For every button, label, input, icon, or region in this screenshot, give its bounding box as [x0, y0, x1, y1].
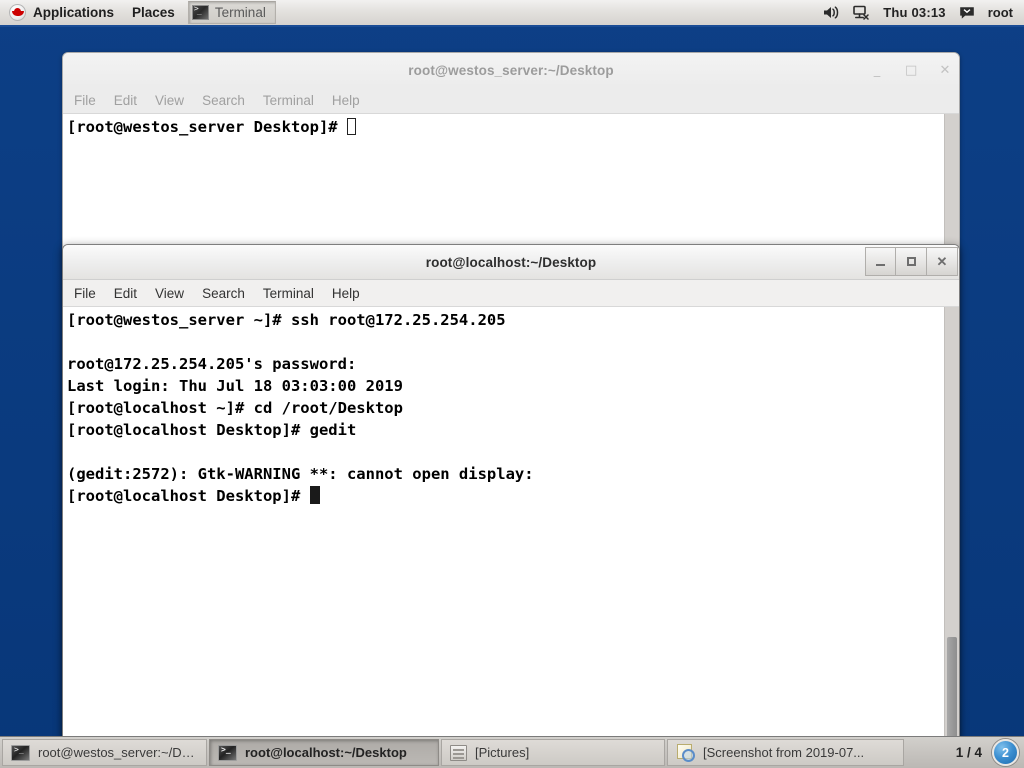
- places-menu[interactable]: Places: [123, 0, 184, 25]
- menu-help[interactable]: Help: [332, 93, 360, 108]
- scrollbar-thumb[interactable]: [947, 637, 957, 739]
- applications-menu-label: Applications: [33, 5, 115, 20]
- terminal-line: [root@westos_server ~]# ssh root@172.25.…: [67, 311, 506, 329]
- window-title: root@westos_server:~/Desktop: [408, 62, 614, 78]
- minimize-button[interactable]: _: [871, 63, 883, 78]
- close-button[interactable]: ✕: [927, 246, 958, 276]
- workspace-switcher[interactable]: 1 / 4: [948, 745, 990, 760]
- menu-terminal[interactable]: Terminal: [263, 286, 314, 301]
- menubar-active-window: File Edit View Search Terminal Help: [63, 280, 959, 306]
- taskbar-item-label: [Pictures]: [475, 745, 530, 760]
- terminal-line: [root@localhost Desktop]# gedit: [67, 421, 357, 439]
- menu-view[interactable]: View: [155, 286, 184, 301]
- menu-help[interactable]: Help: [332, 286, 360, 301]
- taskbar-item-pictures[interactable]: [Pictures]: [441, 739, 665, 766]
- terminal-cursor: [309, 486, 320, 504]
- terminal-scrollbar-active[interactable]: [944, 307, 959, 741]
- taskbar-item-label: root@westos_server:~/Des...: [38, 745, 198, 760]
- redhat-logo-icon: [9, 4, 26, 21]
- menu-view[interactable]: View: [155, 93, 184, 108]
- menu-file[interactable]: File: [74, 286, 96, 301]
- taskbar-item-westos-server[interactable]: root@westos_server:~/Des...: [2, 739, 207, 766]
- maximize-icon: [906, 256, 916, 266]
- taskbar-item-localhost[interactable]: root@localhost:~/Desktop: [209, 739, 439, 766]
- desktop-screen: Applications Places Terminal: [0, 0, 1024, 768]
- notification-badge[interactable]: 2: [992, 739, 1019, 766]
- folder-icon: [450, 744, 467, 761]
- close-icon: ✕: [936, 253, 948, 269]
- maximize-button[interactable]: [896, 246, 927, 276]
- messages-icon[interactable]: [959, 6, 975, 20]
- menu-terminal[interactable]: Terminal: [263, 93, 314, 108]
- volume-icon[interactable]: [823, 5, 840, 20]
- taskbar-item-screenshot[interactable]: [Screenshot from 2019-07...: [667, 739, 904, 766]
- menu-edit[interactable]: Edit: [114, 286, 137, 301]
- terminal-line: [root@localhost ~]# cd /root/Desktop: [67, 399, 403, 417]
- terminal-cursor: [346, 118, 356, 135]
- panel-status-area: Thu 03:13 root: [823, 5, 1024, 20]
- terminal-line: (gedit:2572): Gtk-WARNING **: cannot ope…: [67, 465, 534, 483]
- window-controls-active: ✕: [865, 246, 958, 276]
- screenshot-icon: [676, 744, 695, 762]
- terminal-line: root@172.25.254.205's password:: [67, 355, 357, 373]
- titlebar-background-window[interactable]: root@westos_server:~/Desktop _ □ ✕: [63, 53, 959, 87]
- terminal-icon: [11, 744, 30, 761]
- clock[interactable]: Thu 03:13: [883, 5, 945, 20]
- menubar-background-window: File Edit View Search Terminal Help: [63, 87, 959, 113]
- menu-search[interactable]: Search: [202, 93, 245, 108]
- menu-edit[interactable]: Edit: [114, 93, 137, 108]
- titlebar-active-window[interactable]: root@localhost:~/Desktop ✕: [63, 245, 959, 280]
- terminal-icon: [218, 744, 237, 761]
- minimize-icon: [876, 264, 885, 266]
- menu-file[interactable]: File: [74, 93, 96, 108]
- applications-menu[interactable]: Applications: [0, 0, 123, 25]
- close-button[interactable]: ✕: [939, 63, 951, 78]
- taskbar-item-label: root@localhost:~/Desktop: [245, 745, 407, 760]
- terminal-output-active[interactable]: [root@westos_server ~]# ssh root@172.25.…: [63, 306, 959, 741]
- window-list-item-label: Terminal: [214, 5, 266, 20]
- places-menu-label: Places: [132, 5, 175, 20]
- terminal-line: [root@westos_server Desktop]#: [67, 118, 347, 136]
- menu-search[interactable]: Search: [202, 286, 245, 301]
- terminal-window-active[interactable]: root@localhost:~/Desktop ✕ File Edit Vie…: [62, 244, 960, 741]
- terminal-icon: [191, 4, 209, 20]
- terminal-text-active: [root@westos_server ~]# ssh root@172.25.…: [67, 309, 935, 507]
- taskbar-item-label: [Screenshot from 2019-07...: [703, 745, 865, 760]
- window-list-item-terminal[interactable]: Terminal: [187, 1, 276, 24]
- terminal-line: [root@localhost Desktop]#: [67, 487, 310, 505]
- minimize-button[interactable]: [865, 246, 896, 276]
- terminal-line: Last login: Thu Jul 18 03:03:00 2019: [67, 377, 403, 395]
- user-menu[interactable]: root: [988, 5, 1013, 20]
- taskbar: root@westos_server:~/Des... root@localho…: [0, 736, 1024, 768]
- network-disconnected-icon[interactable]: [853, 5, 870, 20]
- terminal-text-background: [root@westos_server Desktop]#: [67, 116, 935, 138]
- maximize-button[interactable]: □: [905, 63, 917, 78]
- window-title: root@localhost:~/Desktop: [425, 254, 597, 270]
- top-panel: Applications Places Terminal: [0, 0, 1024, 27]
- window-controls-background: _ □ ✕: [871, 53, 951, 87]
